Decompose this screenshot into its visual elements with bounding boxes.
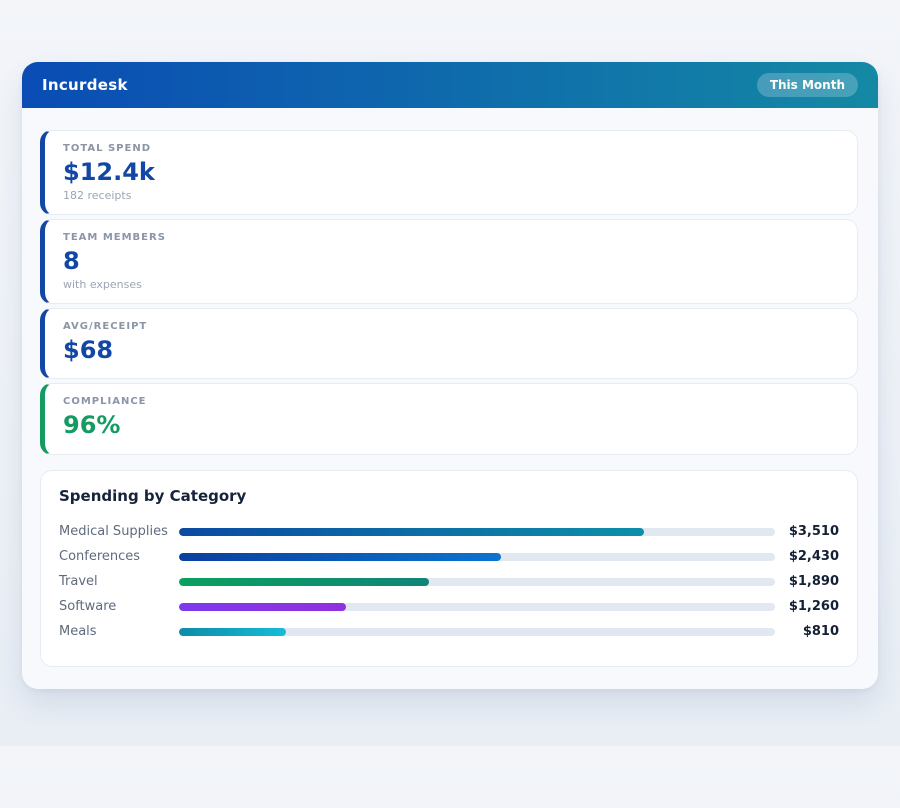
- stat-label: TEAM MEMBERS: [63, 232, 839, 243]
- bar-row: Software $1,260: [59, 594, 839, 619]
- category-value: $2,430: [775, 549, 839, 564]
- stat-value: 96%: [63, 411, 839, 440]
- category-label: Medical Supplies: [59, 524, 179, 539]
- bar-fill: [179, 628, 286, 636]
- bar-track: [179, 578, 775, 586]
- stat-label: COMPLIANCE: [63, 396, 839, 407]
- stat-value: $12.4k: [63, 158, 839, 187]
- category-value: $1,890: [775, 574, 839, 589]
- dashboard-content: TOTAL SPEND $12.4k 182 receipts TEAM MEM…: [22, 108, 878, 689]
- bar-row: Meals $810: [59, 619, 839, 644]
- bar-track: [179, 628, 775, 636]
- stat-card-compliance: COMPLIANCE 96%: [40, 383, 858, 455]
- bar-track: [179, 553, 775, 561]
- stat-card-team-members: TEAM MEMBERS 8 with expenses: [40, 219, 858, 304]
- category-value: $3,510: [775, 524, 839, 539]
- dashboard-card: Incurdesk This Month TOTAL SPEND $12.4k …: [22, 62, 878, 689]
- app-header: Incurdesk This Month: [22, 62, 878, 108]
- bar-fill: [179, 578, 429, 586]
- bar-track: [179, 528, 775, 536]
- bar-fill: [179, 603, 346, 611]
- category-label: Software: [59, 599, 179, 614]
- chart-title: Spending by Category: [59, 487, 839, 505]
- stat-value: $68: [63, 336, 839, 365]
- bar-row: Medical Supplies $3,510: [59, 519, 839, 544]
- bar-row: Conferences $2,430: [59, 544, 839, 569]
- bar-row: Travel $1,890: [59, 569, 839, 594]
- stat-sub: with expenses: [63, 278, 839, 291]
- app-title: Incurdesk: [42, 76, 128, 94]
- category-value: $810: [775, 624, 839, 639]
- stat-label: TOTAL SPEND: [63, 143, 839, 154]
- category-label: Conferences: [59, 549, 179, 564]
- stat-card-total-spend: TOTAL SPEND $12.4k 182 receipts: [40, 130, 858, 215]
- stat-label: AVG/RECEIPT: [63, 321, 839, 332]
- stat-value: 8: [63, 247, 839, 276]
- bar-fill: [179, 528, 644, 536]
- this-month-badge[interactable]: This Month: [757, 73, 858, 97]
- stat-card-avg-receipt: AVG/RECEIPT $68: [40, 308, 858, 380]
- bar-track: [179, 603, 775, 611]
- category-bar-list: Medical Supplies $3,510 Conferences $2,4…: [59, 519, 839, 644]
- category-label: Travel: [59, 574, 179, 589]
- stat-sub: 182 receipts: [63, 189, 839, 202]
- category-value: $1,260: [775, 599, 839, 614]
- bar-fill: [179, 553, 501, 561]
- spending-by-category-card: Spending by Category Medical Supplies $3…: [40, 470, 858, 667]
- category-label: Meals: [59, 624, 179, 639]
